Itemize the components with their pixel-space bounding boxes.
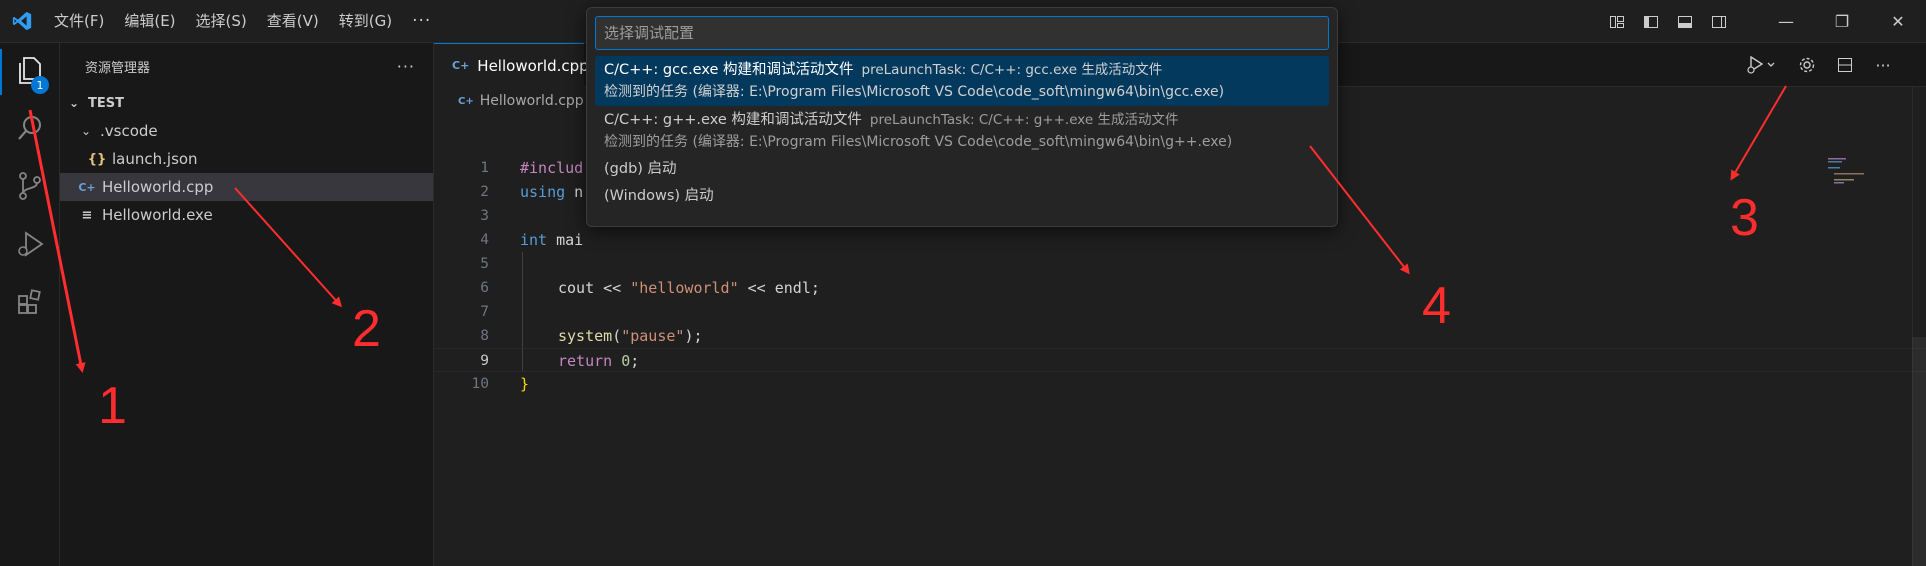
menu-go[interactable]: 转到(G)	[329, 0, 402, 43]
code-line: 8 system("pause");	[480, 327, 703, 345]
code-line: 4 int mai	[480, 231, 584, 249]
breadcrumb-file[interactable]: Helloworld.cpp	[480, 93, 584, 109]
menu-view[interactable]: 查看(V)	[257, 0, 329, 43]
menu-edit[interactable]: 编辑(E)	[114, 0, 185, 43]
tree-item-helloworld-cpp[interactable]: C+ Helloworld.cpp	[60, 173, 433, 201]
close-button[interactable]: ✕	[1870, 0, 1926, 43]
annotation-label-2: 2	[352, 300, 381, 358]
item-detail: 检测到的任务 (编译器: E:\Program Files\Microsoft …	[604, 84, 1225, 100]
toggle-panel-icon[interactable]	[1668, 0, 1702, 43]
json-file-icon: {}	[87, 151, 107, 167]
explorer-more-button[interactable]: ···	[397, 57, 415, 76]
quick-pick-item[interactable]: (gdb) 启动	[595, 156, 1329, 183]
search-icon	[16, 114, 44, 146]
quick-pick-list: C/C++: gcc.exe 构建和调试活动文件 preLaunchTask: C…	[595, 56, 1329, 210]
cpp-file-icon: C+	[458, 95, 474, 107]
code-line: 7	[480, 304, 489, 320]
split-editor-button[interactable]	[1832, 52, 1858, 78]
run-debug-icon	[1747, 55, 1775, 74]
explorer-title: 资源管理器	[85, 60, 151, 76]
quick-pick-item[interactable]: C/C++: gcc.exe 构建和调试活动文件 preLaunchTask: C…	[595, 56, 1329, 106]
item-description: preLaunchTask: C/C++: gcc.exe 生成活动文件	[861, 62, 1163, 78]
workspace-label: TEST	[88, 95, 124, 111]
activity-run-debug[interactable]	[0, 217, 60, 275]
tree-item-helloworld-exe[interactable]: ≡ Helloworld.exe	[60, 201, 433, 229]
settings-button[interactable]	[1794, 52, 1820, 78]
scrollbar-thumb[interactable]	[1912, 337, 1926, 566]
gear-icon	[1799, 57, 1815, 73]
title-bar-controls: — ❐ ✕	[1600, 0, 1926, 43]
activity-bar: 1	[0, 43, 60, 566]
tree-item-label: Helloworld.cpp	[102, 178, 214, 196]
menu-selection[interactable]: 选择(S)	[186, 0, 257, 43]
customize-layout-icon[interactable]	[1600, 0, 1634, 43]
code-line: 5	[480, 256, 489, 272]
explorer-badge: 1	[31, 76, 49, 94]
minimap[interactable]	[1826, 156, 1906, 216]
breadcrumb: C+ Helloworld.cpp	[458, 90, 584, 112]
annotation-label-3: 3	[1730, 189, 1759, 247]
exe-file-icon: ≡	[81, 207, 93, 223]
run-debug-button[interactable]	[1742, 52, 1782, 78]
quick-pick-input[interactable]	[595, 16, 1329, 50]
code-line-active: 9 return 0;	[434, 348, 1926, 372]
toggle-primary-sidebar-icon[interactable]	[1634, 0, 1668, 43]
item-description: preLaunchTask: C/C++: g++.exe 生成活动文件	[869, 112, 1179, 128]
toggle-secondary-sidebar-icon[interactable]	[1702, 0, 1736, 43]
vscode-logo-icon	[0, 0, 44, 43]
menu-bar: 文件(F) 编辑(E) 选择(S) 查看(V) 转到(G) ···	[44, 0, 441, 43]
tab-label: Helloworld.cpp	[477, 56, 589, 75]
item-detail: 检测到的任务 (编译器: E:\Program Files\Microsoft …	[604, 134, 1233, 150]
menu-more-button[interactable]: ···	[402, 11, 441, 31]
quick-pick-item[interactable]: C/C++: g++.exe 构建和调试活动文件 preLaunchTask: C…	[595, 106, 1329, 156]
code-line: 10}	[471, 375, 530, 393]
explorer-header: 资源管理器 ···	[60, 43, 433, 89]
cpp-file-icon: C+	[452, 59, 470, 72]
tree-item-label: launch.json	[112, 150, 198, 168]
item-label: C/C++: gcc.exe 构建和调试活动文件	[604, 62, 854, 78]
vertical-scrollbar[interactable]	[1912, 87, 1926, 566]
quick-pick-item[interactable]: (Windows) 启动	[595, 183, 1329, 210]
restore-button[interactable]: ❐	[1814, 0, 1870, 43]
tree-item-vscode-folder[interactable]: ⌄ .vscode	[60, 117, 433, 145]
source-control-icon	[16, 171, 44, 205]
tab-helloworld-cpp[interactable]: C+ Helloworld.cpp	[434, 43, 589, 87]
more-actions-icon[interactable]: ···	[1870, 52, 1896, 78]
annotation-label-1: 1	[98, 377, 127, 435]
annotation-label-4: 4	[1422, 277, 1451, 335]
cpp-file-icon: C+	[78, 180, 96, 194]
chevron-down-icon: ⌄	[80, 124, 92, 138]
minimize-button[interactable]: —	[1758, 0, 1814, 43]
activity-extensions[interactable]	[0, 275, 60, 333]
chevron-down-icon: ⌄	[68, 96, 80, 110]
tree-item-launch-json[interactable]: {} launch.json	[60, 145, 433, 173]
run-and-debug-icon	[15, 229, 45, 263]
split-editor-icon	[1838, 58, 1852, 72]
menu-file[interactable]: 文件(F)	[44, 0, 114, 43]
workspace-section[interactable]: ⌄ TEST	[60, 89, 433, 117]
code-line: 6 cout << "helloworld" << endl;	[480, 279, 820, 297]
vscode-window: 文件(F) 编辑(E) 选择(S) 查看(V) 转到(G) ··· — ❐ ✕	[0, 0, 1926, 566]
item-label: C/C++: g++.exe 构建和调试活动文件	[604, 112, 862, 128]
activity-explorer[interactable]: 1	[0, 43, 60, 101]
tree-item-label: .vscode	[100, 122, 158, 140]
tree-item-label: Helloworld.exe	[102, 206, 213, 224]
extensions-icon	[16, 288, 44, 320]
debug-config-quick-pick: C/C++: gcc.exe 构建和调试活动文件 preLaunchTask: C…	[586, 7, 1338, 227]
activity-search[interactable]	[0, 101, 60, 159]
editor-actions: ···	[1742, 43, 1896, 87]
activity-source-control[interactable]	[0, 159, 60, 217]
